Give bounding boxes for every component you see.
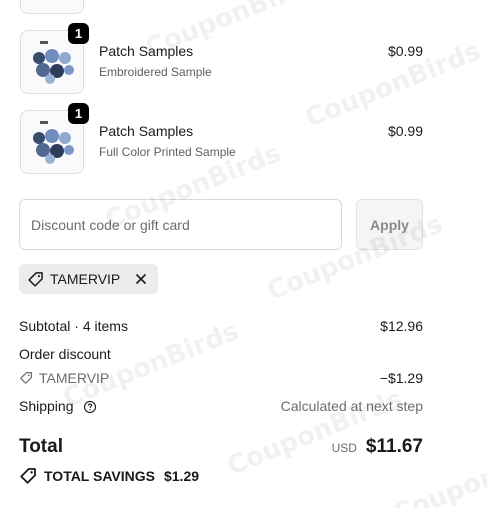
subtotal-row: Subtotal · 4 items $12.96 bbox=[19, 318, 423, 334]
patch-samples-image bbox=[33, 41, 74, 84]
item-variant: Full Color Printed Sample bbox=[99, 145, 236, 159]
item-title: Patch Samples bbox=[99, 123, 194, 139]
patch-samples-image bbox=[27, 0, 79, 5]
order-discount-row: Order discount bbox=[19, 346, 423, 362]
currency-code: USD bbox=[331, 441, 357, 455]
quantity-badge: 1 bbox=[68, 23, 89, 44]
item-variant: Embroidered Sample bbox=[99, 65, 212, 79]
order-discount-label: Order discount bbox=[19, 346, 111, 362]
applied-discount-chip: TAMERVIP bbox=[19, 264, 159, 294]
shipping-value: Calculated at next step bbox=[280, 398, 423, 415]
help-circle-icon[interactable] bbox=[83, 400, 97, 414]
product-thumbnail bbox=[20, 0, 84, 14]
total-savings: TOTAL SAVINGS $1.29 bbox=[19, 467, 199, 485]
savings-tag-icon bbox=[19, 467, 37, 485]
discount-code-label: TAMERVIP bbox=[39, 370, 110, 386]
quantity-badge: 1 bbox=[68, 103, 89, 124]
apply-discount-button[interactable]: Apply bbox=[356, 199, 423, 250]
total-label: Total bbox=[19, 436, 63, 457]
patch-samples-image bbox=[33, 121, 74, 164]
shipping-label: Shipping bbox=[19, 398, 74, 414]
applied-discount-code: TAMERVIP bbox=[50, 271, 121, 287]
savings-label: TOTAL SAVINGS bbox=[44, 468, 155, 484]
shipping-row: Shipping Calculated at next step bbox=[19, 398, 423, 414]
subtotal-value: $12.96 bbox=[380, 318, 423, 334]
total-amount: $11.67 bbox=[365, 436, 423, 457]
discount-code-row: TAMERVIP −$1.29 bbox=[19, 370, 423, 386]
total-row: Total USD $11.67 bbox=[19, 436, 423, 458]
savings-value: $1.29 bbox=[163, 468, 200, 484]
discount-value: −$1.29 bbox=[379, 370, 423, 386]
tag-icon bbox=[19, 371, 33, 385]
line-item: 1 Patch Samples Embroidered Sample $0.99 bbox=[20, 23, 423, 94]
item-price: $0.99 bbox=[387, 43, 423, 59]
line-item: 1 Patch Samples Full Color Printed Sampl… bbox=[20, 103, 423, 174]
item-price: $0.99 bbox=[387, 123, 423, 139]
subtotal-label: Subtotal · 4 items bbox=[19, 318, 128, 334]
item-title: Patch Samples bbox=[99, 43, 194, 59]
discount-code-input[interactable] bbox=[19, 199, 342, 250]
close-icon[interactable] bbox=[132, 270, 150, 288]
tag-icon bbox=[27, 271, 44, 288]
